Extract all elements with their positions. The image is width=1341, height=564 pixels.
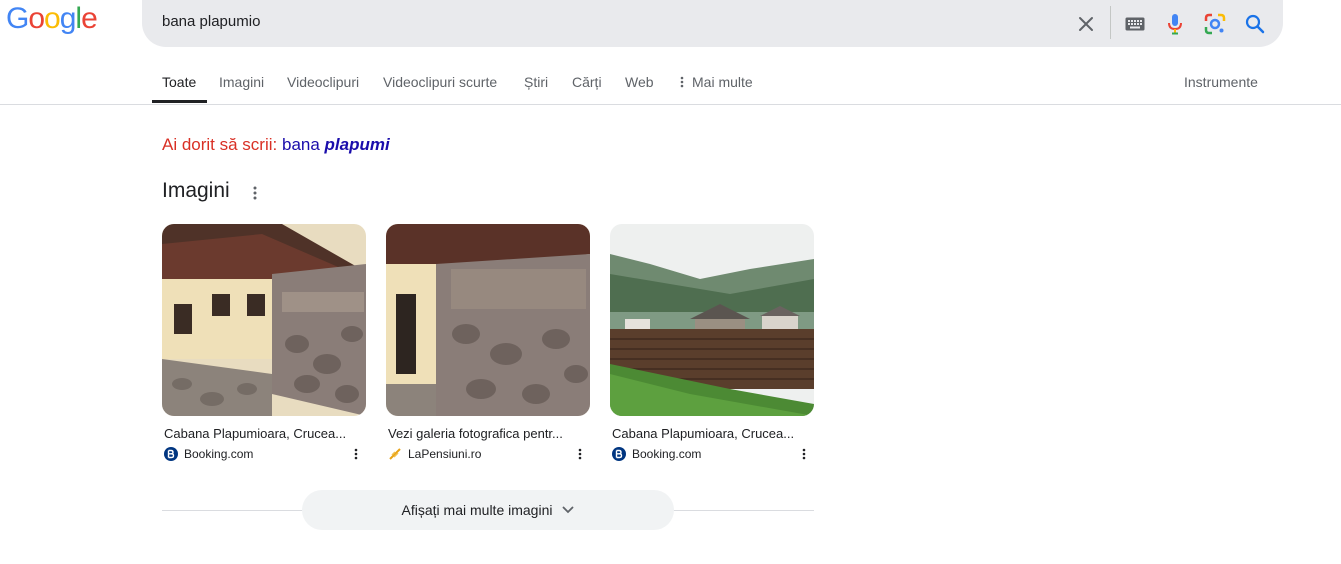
keyboard-icon[interactable] xyxy=(1123,12,1147,36)
active-tab-indicator xyxy=(152,100,207,103)
tab-web[interactable]: Web xyxy=(625,74,654,90)
result-thumbnail[interactable] xyxy=(162,224,366,416)
result-thumbnail[interactable] xyxy=(386,224,590,416)
logo-letter: g xyxy=(59,2,77,35)
google-logo[interactable]: Google xyxy=(6,2,98,36)
logo-letter: o xyxy=(44,2,61,35)
tab-short-videos[interactable]: Videoclipuri scurte xyxy=(383,74,497,90)
result-thumbnail[interactable] xyxy=(610,224,814,416)
source-name: LaPensiuni.ro xyxy=(408,447,482,461)
lapensiuni-logo-icon xyxy=(388,447,402,461)
tab-books[interactable]: Cărți xyxy=(572,74,602,90)
image-result-card[interactable]: Cabana Plapumioara, Crucea... Booking.co… xyxy=(610,224,814,462)
more-vert-icon xyxy=(680,76,684,88)
tab-images[interactable]: Imagini xyxy=(219,74,264,90)
card-title[interactable]: Cabana Plapumioara, Crucea... xyxy=(610,426,814,441)
tab-news[interactable]: Știri xyxy=(524,74,548,90)
card-title[interactable]: Cabana Plapumioara, Crucea... xyxy=(162,426,366,441)
search-divider xyxy=(1110,6,1111,39)
card-source[interactable]: Booking.com xyxy=(162,446,366,462)
search-input[interactable]: bana plapumio xyxy=(162,13,260,30)
show-more-images-button[interactable]: Afișați mai multe imagini xyxy=(302,490,674,530)
source-name: Booking.com xyxy=(632,447,702,461)
card-title[interactable]: Vezi galeria fotografica pentr... xyxy=(386,426,590,441)
more-vert-icon[interactable] xyxy=(576,446,584,462)
booking-logo-icon xyxy=(612,447,626,461)
card-source[interactable]: Booking.com xyxy=(610,446,814,462)
close-icon[interactable] xyxy=(1074,12,1098,36)
card-source[interactable]: LaPensiuni.ro xyxy=(386,446,590,462)
booking-logo-icon xyxy=(164,447,178,461)
tab-all[interactable]: Toate xyxy=(162,74,196,90)
show-more-label: Afișați mai multe imagini xyxy=(401,502,553,518)
spelling-plain: bana xyxy=(281,135,320,154)
source-name: Booking.com xyxy=(184,447,254,461)
search-tabs: Toate Imagini Videoclipuri Videoclipuri … xyxy=(0,60,1341,105)
tab-more-label: Mai multe xyxy=(692,74,753,90)
spelling-suggestion: Ai dorit să scrii: bana plapumi xyxy=(162,135,390,155)
logo-letter: G xyxy=(6,2,29,35)
chevron-down-icon xyxy=(563,506,574,514)
image-result-card[interactable]: Vezi galeria fotografica pentr... LaPens… xyxy=(386,224,590,462)
google-lens-icon[interactable] xyxy=(1203,12,1227,36)
search-bar[interactable]: bana plapumio xyxy=(142,0,1283,47)
tab-more[interactable]: Mai multe xyxy=(680,74,753,90)
images-section-title: Imagini xyxy=(162,179,230,202)
spelling-corrected-link[interactable]: bana plapumi xyxy=(282,135,390,154)
mic-icon[interactable] xyxy=(1163,12,1187,36)
more-vert-icon[interactable] xyxy=(247,184,263,202)
logo-letter: o xyxy=(28,2,45,35)
tools-button[interactable]: Instrumente xyxy=(1184,74,1258,90)
spelling-prefix: Ai dorit să scrii: xyxy=(162,135,278,154)
search-icon[interactable] xyxy=(1243,12,1267,36)
more-vert-icon[interactable] xyxy=(352,446,360,462)
more-vert-icon[interactable] xyxy=(800,446,808,462)
tab-videos[interactable]: Videoclipuri xyxy=(287,74,359,90)
spelling-corrected: plapumi xyxy=(324,135,390,154)
image-result-card[interactable]: Cabana Plapumioara, Crucea... Booking.co… xyxy=(162,224,366,462)
logo-letter: e xyxy=(81,2,98,35)
